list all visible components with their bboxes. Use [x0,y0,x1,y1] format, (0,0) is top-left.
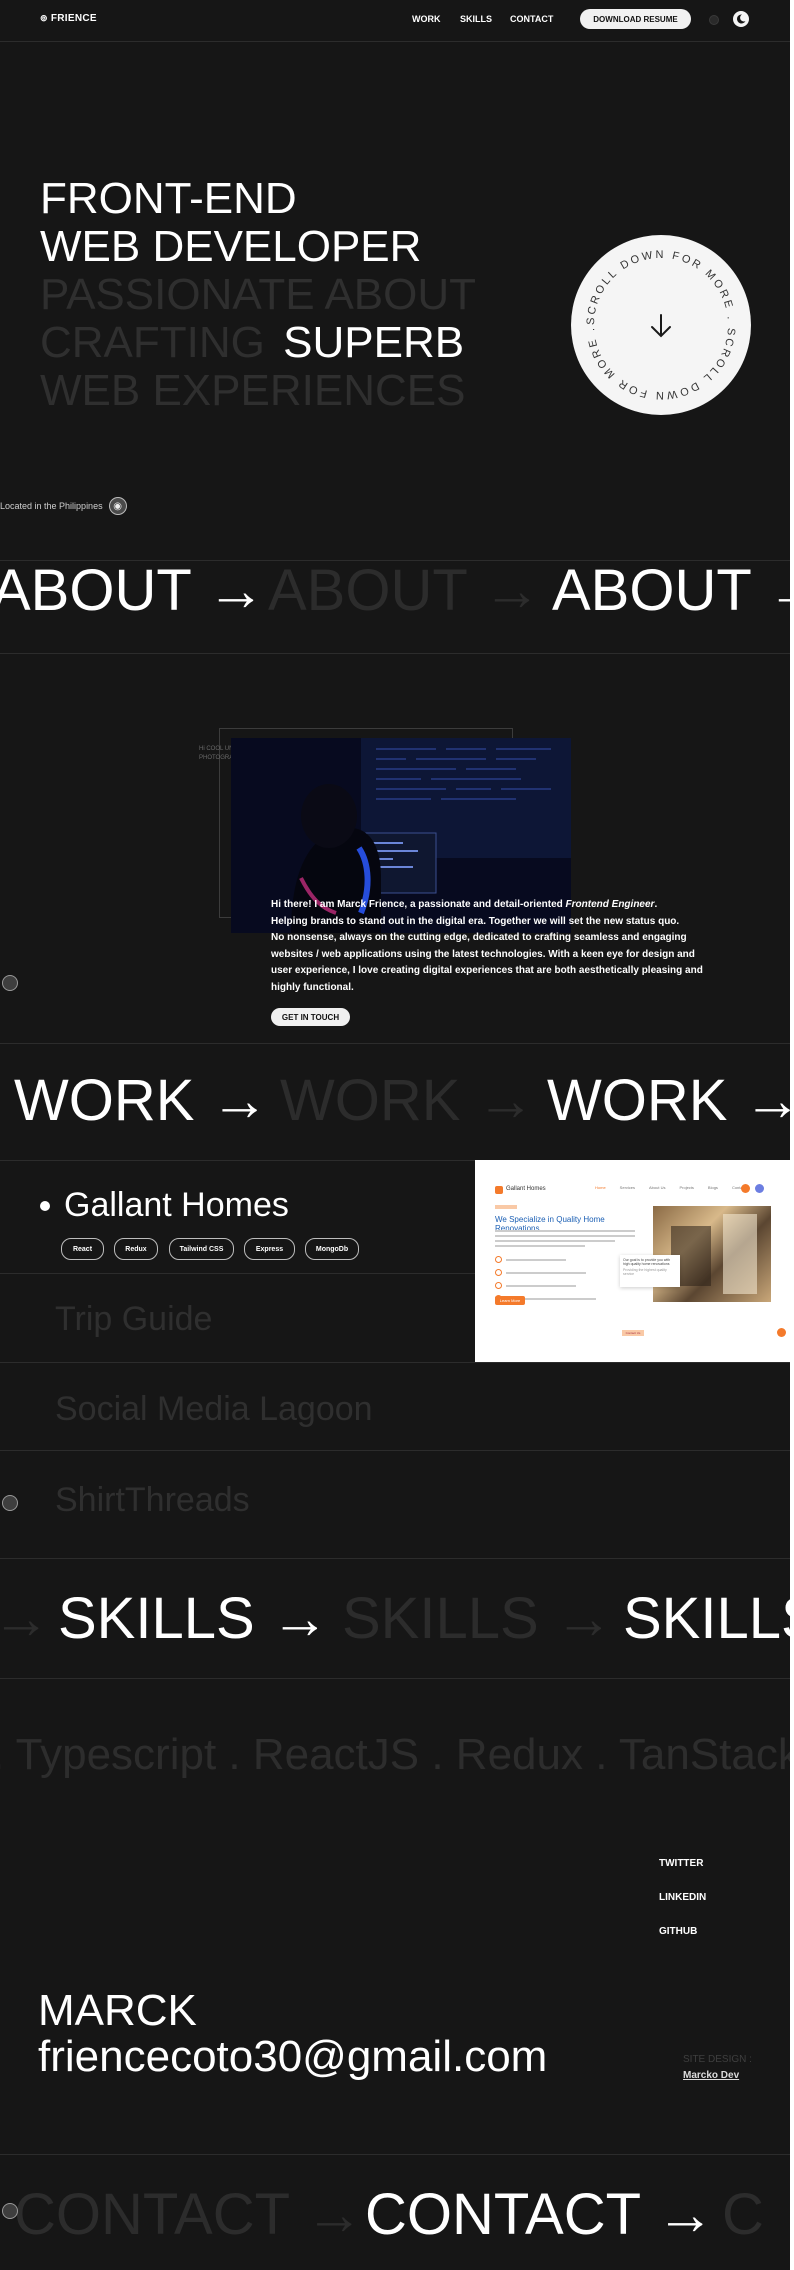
contact-name: MARCK [38,1986,197,2035]
skills-marquee-2: SKILLS → [342,1586,613,1651]
nav-divider [0,41,790,42]
project-preview[interactable]: Gallant Homes Home Services About Us Pro… [475,1160,790,1362]
preview-nav-item: Services [619,1185,636,1190]
about-line-2: Helping brands to stand out in the digit… [271,915,680,927]
about-text: Hi there! I am Marck Frience, a passiona… [271,897,711,996]
preview-logo-icon [495,1186,503,1194]
tag-redux: Redux [114,1238,158,1260]
preview-paragraph [495,1230,635,1247]
portfolio-page: ⊚ FRIENCE WORK SKILLS CONTACT DOWNLOAD R… [0,0,790,2270]
preview-brand: Gallant Homes [506,1186,546,1192]
scroll-down-badge[interactable]: SCROLL DOWN FOR MORE . SCROLL DOWN FOR M… [571,235,751,415]
get-in-touch-button[interactable]: GET IN TOUCH [271,1008,350,1026]
work-marquee-2: WORK → [280,1068,535,1133]
site-logo[interactable]: ⊚ FRIENCE [40,13,97,24]
work-marquee-1: WORK → [14,1068,269,1133]
skills-marquee-0: → [0,1586,50,1651]
skills-marquee-3: SKILLS [623,1586,790,1651]
about-marquee-divider [0,653,790,654]
skills-marquee-divider [0,1678,790,1679]
tag-tailwind: Tailwind CSS [169,1238,234,1260]
project-divider [0,1450,790,1451]
download-resume-button[interactable]: DOWNLOAD RESUME [580,9,691,29]
footer-divider [0,2154,790,2155]
sun-icon[interactable] [709,15,719,25]
preview-chat-icon [777,1328,786,1337]
about-line-3: No nonsense, always on the cutting edge,… [271,932,703,993]
hero-line-5: WEB EXPERIENCES [40,366,466,415]
project-divider [0,1273,475,1274]
preview-nav: Home Services About Us Projects Blogs Co… [595,1185,746,1190]
about-marquee-1: ABOUT → [0,558,265,623]
location-pill: Located in the Philippines ◉ [0,497,127,515]
nav-contact[interactable]: CONTACT [510,14,553,24]
project-social-media-lagoon[interactable]: Social Media Lagoon [55,1390,373,1429]
github-link[interactable]: GITHUB [659,1926,697,1937]
preview-nav-item: Projects [679,1185,694,1190]
preview-pill [495,1205,517,1209]
active-bullet-icon [40,1200,50,1211]
skills-ticker: . Typescript . ReactJS . Redux . TanStac… [0,1730,790,1779]
hero-line-4: CRAFTING SUPERB [40,321,464,365]
nav-work[interactable]: WORK [412,14,441,24]
logo-text: FRIENCE [50,13,97,24]
project-gallant-homes[interactable]: Gallant Homes [40,1186,289,1225]
arrow-down-icon [651,314,671,338]
preview-dot-icon [741,1184,750,1193]
contact-marquee-2: CONTACT → [365,2182,715,2247]
site-design-credit-link[interactable]: Marcko Dev [683,2070,739,2081]
globe-icon [2,2203,18,2219]
work-marquee-3: WORK → [547,1068,790,1133]
project-title: Gallant Homes [64,1186,289,1224]
logo-icon: ⊚ [40,13,48,23]
about-intro-end: . [654,899,658,910]
scroll-badge-graphic: SCROLL DOWN FOR MORE . SCROLL DOWN FOR M… [585,249,735,401]
preview-nav-item: Blogs [707,1185,718,1190]
preview-avatar-icon [755,1184,764,1193]
location-text: Located in the Philippines [0,501,103,511]
project-trip-guide[interactable]: Trip Guide [55,1300,212,1339]
tag-mongodb: MongoDb [305,1238,359,1260]
moon-toggle[interactable] [733,11,749,27]
preview-quote: Our goal is to provide you with high qua… [623,1258,671,1266]
globe-icon [2,1495,18,1511]
about-intro: Hi there! I am Marck Frience, a passiona… [271,899,563,910]
globe-icon [2,975,18,991]
skills-marquee-1: SKILLS → [58,1586,329,1651]
about-marquee-3: ABOUT → [552,558,790,623]
contact-marquee-1: CONTACT → [14,2182,364,2247]
hero-line-2: WEB DEVELOPER [40,222,422,271]
site-design-label: SITE DESIGN : [683,2054,752,2065]
hero-line-1: FRONT-END [40,174,297,223]
hero-line-4-dim: CRAFTING [40,318,265,367]
about-divider [0,1043,790,1044]
about-marquee-2: ABOUT → [268,558,541,623]
linkedin-link[interactable]: LINKEDIN [659,1892,706,1903]
preview-contact-button: Contact Us [622,1330,644,1336]
preview-nav-item: Home [595,1185,606,1190]
moon-icon [736,14,746,24]
project-divider [0,1362,790,1363]
tag-react: React [61,1238,104,1260]
preview-learn-more-button: Learn More [495,1296,525,1305]
nav-skills[interactable]: SKILLS [460,14,492,24]
preview-nav-item: About Us [649,1185,666,1190]
contact-marquee-3: C [722,2182,764,2247]
preview-hero-image [653,1206,771,1302]
tag-express: Express [244,1238,295,1260]
hero-line-4-bright: SUPERB [283,318,465,367]
contact-block: MARCK friencecoto30@gmail.com [38,1988,547,2080]
project-shirtthreads[interactable]: ShirtThreads [55,1481,250,1520]
twitter-link[interactable]: TWITTER [659,1858,703,1869]
preview-quote-sub: Providing the highest quality service [623,1268,667,1276]
hero-line-3: PASSIONATE ABOUT [40,270,477,319]
work-divider [0,1558,790,1559]
about-role: Frontend Engineer [565,899,655,910]
preview-quote-card: Our goal is to provide you with high qua… [620,1255,680,1287]
globe-icon: ◉ [108,497,127,515]
contact-email[interactable]: friencecoto30@gmail.com [38,2034,547,2080]
